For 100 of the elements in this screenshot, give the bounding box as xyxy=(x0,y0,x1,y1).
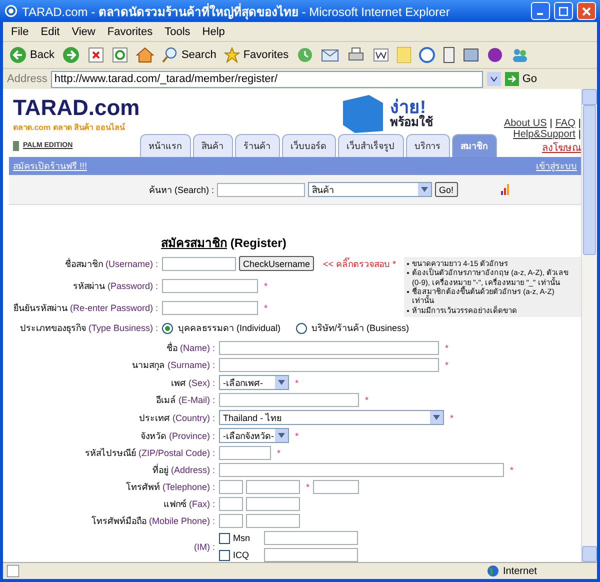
nav-tab[interactable]: เว็บบอร์ด xyxy=(282,134,336,157)
home-icon[interactable] xyxy=(136,47,154,63)
scrollbar-thumb[interactable] xyxy=(583,105,596,255)
text-field[interactable] xyxy=(219,446,271,460)
field-label: ชื่อสมาชิก (Username) : xyxy=(64,256,158,271)
field-label: ยืนยันรหัสผ่าน (Re-enter Password) : xyxy=(12,302,158,315)
dropdown-arrow-icon xyxy=(433,415,440,420)
nav-tab[interactable]: สินค้า xyxy=(192,134,233,157)
go-button[interactable]: Go! xyxy=(435,182,458,198)
printer-icon[interactable] xyxy=(346,47,365,63)
scroll-down-button[interactable] xyxy=(582,546,597,562)
extension-field[interactable] xyxy=(312,480,359,494)
forward-icon[interactable] xyxy=(62,46,80,64)
dropdown[interactable]: -เลือกจังหวัด- xyxy=(219,428,289,443)
back-button[interactable]: Back xyxy=(9,46,54,64)
go-button[interactable]: Go xyxy=(505,72,538,86)
area-code-field[interactable] xyxy=(219,514,243,528)
address-label: Address xyxy=(7,73,48,85)
area-code-field[interactable] xyxy=(219,480,243,494)
field-label: โทรศัพท์มือถือ (Mobile Phone) : xyxy=(90,514,215,528)
header-link[interactable]: About US xyxy=(504,118,547,129)
checkbox[interactable] xyxy=(219,550,230,560)
text-field[interactable] xyxy=(219,393,359,407)
checkbox-label: Msn xyxy=(233,533,252,543)
nav-tab[interactable]: หน้าแรก xyxy=(140,134,191,157)
security-zone: Internet xyxy=(503,566,538,576)
maximize-icon xyxy=(559,6,568,16)
required-mark: * xyxy=(306,482,310,492)
phone-number-field[interactable] xyxy=(246,514,300,528)
radio-button[interactable] xyxy=(296,322,307,334)
address-field[interactable]: http://www.tarad.com/_tarad/member/register/ xyxy=(51,70,484,88)
bullet-icon xyxy=(407,272,410,274)
site-logo[interactable]: TARAD.com xyxy=(13,95,140,121)
password-field[interactable] xyxy=(162,300,258,315)
refresh-icon[interactable] xyxy=(112,47,128,63)
field-label: รหัสผ่าน (Password) : xyxy=(72,280,158,293)
checkbox[interactable] xyxy=(219,532,230,544)
required-mark: * xyxy=(295,430,299,440)
text-field[interactable] xyxy=(219,358,439,372)
header-link[interactable]: ลงโฆษณ xyxy=(542,140,581,155)
scroll-up-button[interactable] xyxy=(582,89,597,105)
nav-tab[interactable]: เว็บสำเร็จรูป xyxy=(338,134,404,157)
mail-icon[interactable] xyxy=(320,48,339,62)
globe-icon xyxy=(487,565,499,577)
menu-item[interactable]: File xyxy=(11,26,29,38)
password-field[interactable] xyxy=(162,278,258,293)
phone-number-field[interactable] xyxy=(246,497,300,511)
radio-button[interactable] xyxy=(162,322,173,334)
search-field[interactable] xyxy=(217,182,306,197)
check-username-button[interactable]: CheckUsername xyxy=(239,256,314,272)
minimize-button[interactable] xyxy=(531,2,550,20)
handheld-icon xyxy=(13,140,19,151)
form-title: สมัครสมาชิก (Register) xyxy=(161,234,288,252)
bullet-icon xyxy=(407,310,410,312)
dropdown-arrow-icon xyxy=(421,187,428,192)
note-icon[interactable] xyxy=(396,47,411,63)
nav-tab[interactable]: ร้านค้า xyxy=(234,134,280,157)
im-field[interactable] xyxy=(264,548,358,562)
menu-item[interactable]: Help xyxy=(202,26,225,38)
stop-icon[interactable] xyxy=(88,47,104,63)
link-separator: | xyxy=(578,118,581,129)
header-link[interactable]: FAQ xyxy=(555,118,576,129)
nav-tab[interactable]: บริการ xyxy=(406,134,450,157)
bullet-icon xyxy=(407,290,410,293)
text-field[interactable] xyxy=(219,463,504,477)
menu-item[interactable]: Tools xyxy=(164,26,190,38)
people-icon[interactable] xyxy=(510,47,529,63)
browser-icon xyxy=(4,4,18,18)
area-code-field[interactable] xyxy=(219,497,243,511)
username-field[interactable] xyxy=(162,256,236,271)
menu-item[interactable]: Edit xyxy=(40,26,60,38)
banner[interactable]: ง่าย! พร้อมใช้ xyxy=(339,93,433,133)
history-icon[interactable] xyxy=(296,47,313,63)
menu-item[interactable]: Favorites xyxy=(107,26,153,38)
favorites-button[interactable]: Favorites xyxy=(224,47,289,63)
dropdown[interactable]: Thailand - ไทย xyxy=(219,410,444,425)
dropdown[interactable]: -เลือกเพศ- xyxy=(219,375,289,390)
checkbox-label: ICQ xyxy=(233,550,250,560)
field-label: โทรศัพท์ (Telephone) : xyxy=(124,480,215,494)
field-label: อีเมล์ (E-Mail) : xyxy=(154,394,215,407)
im-field[interactable] xyxy=(264,531,358,545)
close-button[interactable] xyxy=(577,2,596,20)
required-mark: * xyxy=(277,448,281,458)
required-mark: * xyxy=(510,465,514,475)
go-arrow-icon xyxy=(505,72,520,86)
search-icon xyxy=(162,47,178,63)
field-label: (IM) : xyxy=(193,542,215,552)
header-link[interactable]: Help&Support xyxy=(513,128,576,140)
menu-item[interactable]: View xyxy=(72,26,96,38)
phone-number-field[interactable] xyxy=(246,480,300,494)
dropdown[interactable]: สินค้า xyxy=(308,182,432,198)
maximize-button[interactable] xyxy=(554,2,573,20)
bar-chart-icon xyxy=(500,184,509,196)
dropdown-arrow-icon xyxy=(278,433,285,438)
search-label: ค้นหา (Search) : xyxy=(149,184,214,197)
required-mark: * xyxy=(445,360,449,370)
edit-icon[interactable] xyxy=(372,48,389,62)
search-button[interactable]: Search xyxy=(162,47,216,63)
text-field[interactable] xyxy=(219,341,439,355)
check-hint: << คลิ๊กตรวจสอบ * xyxy=(323,256,396,271)
